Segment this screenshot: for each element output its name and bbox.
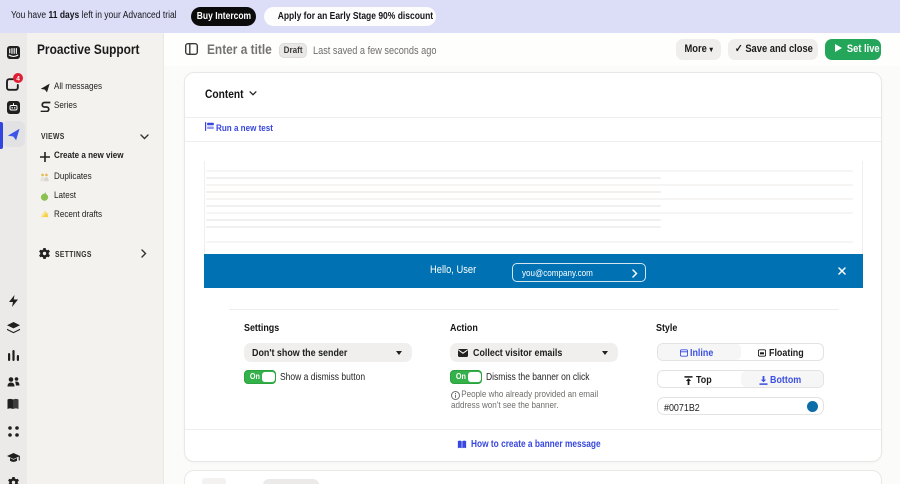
svg-text:4: 4 <box>16 75 20 82</box>
